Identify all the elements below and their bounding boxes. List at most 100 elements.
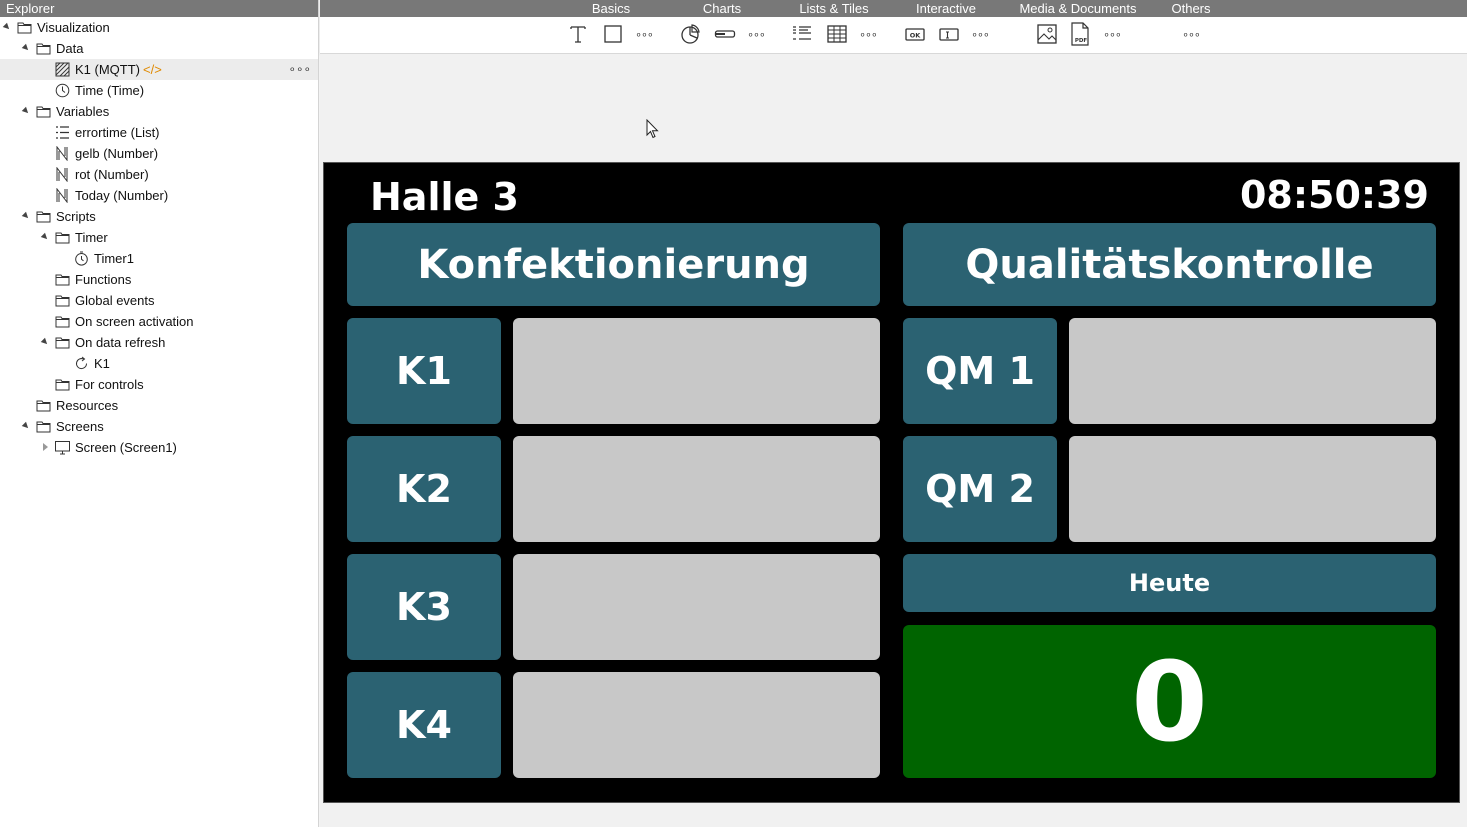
folder-icon [55, 335, 70, 350]
rectangle-tool-icon[interactable] [601, 22, 625, 46]
refresh-icon [74, 356, 89, 371]
expand-toggle-icon[interactable] [21, 106, 31, 116]
tree-node-label: K1 (MQTT) [75, 62, 140, 77]
clock-display: 08:50:39 [1239, 173, 1429, 217]
folder-icon [36, 398, 51, 413]
tree-node-label: Screen (Screen1) [75, 440, 177, 455]
category-basics[interactable]: Basics [585, 0, 637, 17]
table-tool-icon[interactable] [825, 22, 849, 46]
timer-icon [74, 251, 89, 266]
lists-more-button[interactable]: ∘∘∘ [856, 22, 880, 46]
station-k3-label: K3 [347, 554, 501, 660]
pie-chart-tool-icon[interactable] [678, 22, 702, 46]
left-section-header: Konfektionierung [347, 223, 880, 306]
tree-node-label: gelb (Number) [75, 146, 159, 161]
tree-node-gelb[interactable]: gelb (Number) [0, 143, 318, 164]
tree-node-on-screen-activation[interactable]: On screen activation [0, 311, 318, 332]
station-qm2-slot [1069, 436, 1436, 542]
explorer-title: Explorer [0, 0, 318, 17]
image-tool-icon[interactable] [1035, 22, 1059, 46]
folder-icon [55, 314, 70, 329]
expand-toggle-icon[interactable] [21, 421, 31, 431]
text-tool-icon[interactable] [566, 22, 590, 46]
input-field-tool-icon[interactable] [937, 22, 961, 46]
category-lists-tiles[interactable]: Lists & Tiles [792, 0, 876, 17]
charts-more-button[interactable]: ∘∘∘ [744, 22, 768, 46]
tree-node-label: errortime (List) [75, 125, 160, 140]
tree-node-data[interactable]: Data [0, 38, 318, 59]
tree-node-label: On data refresh [75, 335, 166, 350]
mqtt-source-icon [55, 62, 70, 77]
station-k1-slot [513, 318, 880, 424]
tree-node-screens[interactable]: Screens [0, 416, 318, 437]
progress-bar-tool-icon[interactable] [713, 22, 737, 46]
tree-node-k1-script[interactable]: K1 [0, 353, 318, 374]
folder-icon [17, 20, 32, 35]
tree-node-for-controls[interactable]: For controls [0, 374, 318, 395]
tree-node-on-data-refresh[interactable]: On data refresh [0, 332, 318, 353]
basics-more-button[interactable]: ∘∘∘ [632, 22, 656, 46]
list-tool-icon[interactable] [790, 22, 814, 46]
tree-node-resources[interactable]: Resources [0, 395, 318, 416]
tree-node-global-events[interactable]: Global events [0, 290, 318, 311]
media-more-button[interactable]: ∘∘∘ [1100, 22, 1124, 46]
tree-node-time[interactable]: Time (Time) [0, 80, 318, 101]
tree-node-timer1[interactable]: Timer1 [0, 248, 318, 269]
tree-node-variables[interactable]: Variables [0, 101, 318, 122]
monitor-icon [55, 440, 70, 455]
tree-node-errortime[interactable]: errortime (List) [0, 122, 318, 143]
folder-icon [55, 293, 70, 308]
expand-toggle-icon[interactable] [40, 337, 50, 347]
widget-toolbar: Basics Charts Lists & Tiles Interactive … [320, 0, 1467, 54]
expand-toggle-icon[interactable] [21, 211, 31, 221]
number-variable-icon [55, 146, 70, 161]
category-media-documents[interactable]: Media & Documents [1016, 0, 1140, 17]
tree-node-label: Data [56, 41, 84, 56]
category-others[interactable]: Others [1168, 0, 1214, 17]
others-more-button[interactable]: ∘∘∘ [1179, 22, 1203, 46]
code-icon[interactable]: </> [143, 62, 162, 77]
category-bar: Basics Charts Lists & Tiles Interactive … [320, 0, 1467, 17]
tree-node-visualization[interactable]: Visualization [0, 17, 318, 38]
folder-icon [55, 272, 70, 287]
tree-node-screen1[interactable]: Screen (Screen1) [0, 437, 318, 458]
tree-node-label: Resources [56, 398, 119, 413]
tree-node-today[interactable]: Today (Number) [0, 185, 318, 206]
folder-icon [36, 41, 51, 56]
tree-node-functions[interactable]: Functions [0, 269, 318, 290]
category-interactive[interactable]: Interactive [908, 0, 984, 17]
expand-toggle-icon[interactable] [2, 22, 12, 32]
app-window: Explorer Visualization Data K1 (MQTT) </>… [0, 0, 1467, 827]
ok-button-tool-icon[interactable]: OK [903, 22, 927, 46]
tree-node-scripts[interactable]: Scripts [0, 206, 318, 227]
pdf-tool-icon[interactable]: PDF [1068, 22, 1092, 46]
folder-icon [55, 377, 70, 392]
screen-preview[interactable]: Halle 3 08:50:39 Konfektionierung Qualit… [323, 162, 1460, 803]
tree-node-rot[interactable]: rot (Number) [0, 164, 318, 185]
expand-toggle-icon[interactable] [21, 43, 31, 53]
svg-text:PDF: PDF [1075, 38, 1088, 44]
tree-node-label: rot (Number) [75, 167, 149, 182]
tree-node-label: Visualization [37, 20, 110, 35]
folder-icon [36, 209, 51, 224]
tree-node-label: For controls [75, 377, 144, 392]
tree-node-label: Functions [75, 272, 132, 287]
station-k2-label: K2 [347, 436, 501, 542]
number-variable-icon [55, 188, 70, 203]
station-k1-label: K1 [347, 318, 501, 424]
tree-node-label: Time (Time) [75, 83, 145, 98]
tree-node-label: K1 [94, 356, 110, 371]
right-section-header: Qualitätskontrolle [903, 223, 1436, 306]
station-qm2-label: QM 2 [903, 436, 1057, 542]
collapsed-toggle-icon[interactable] [43, 443, 48, 451]
more-options-button[interactable]: ∘∘∘ [288, 59, 311, 80]
expand-toggle-icon[interactable] [40, 232, 50, 242]
tree-node-timer-folder[interactable]: Timer [0, 227, 318, 248]
tree-node-k1-mqtt[interactable]: K1 (MQTT) </> ∘∘∘ [0, 59, 318, 80]
number-variable-icon [55, 167, 70, 182]
station-k3-slot [513, 554, 880, 660]
station-qm1-label: QM 1 [903, 318, 1057, 424]
category-charts[interactable]: Charts [696, 0, 748, 17]
interactive-more-button[interactable]: ∘∘∘ [968, 22, 992, 46]
tree-node-label: Variables [56, 104, 110, 119]
